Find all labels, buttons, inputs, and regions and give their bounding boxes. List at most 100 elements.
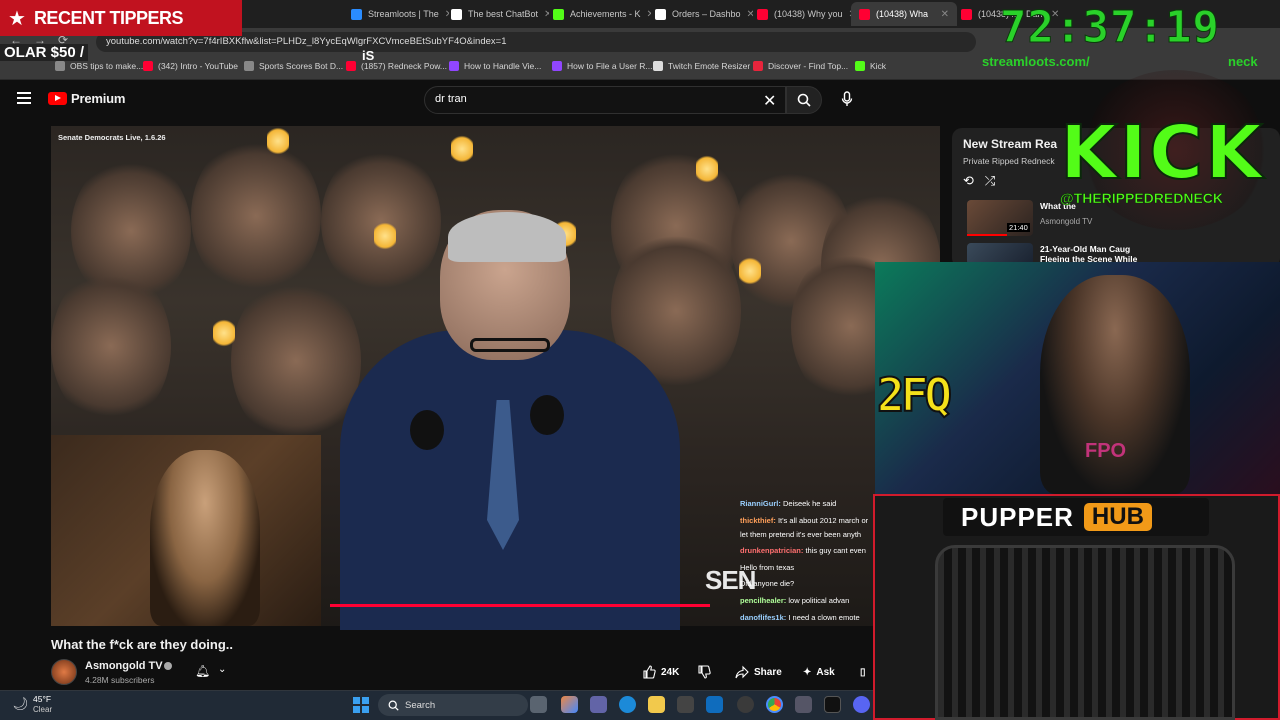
bookmark-item[interactable]: Twitch Emote Resizer (653, 61, 750, 71)
search-button[interactable] (786, 86, 822, 114)
chrome-icon[interactable] (766, 696, 783, 713)
bookmark-item[interactable]: Kick (855, 61, 886, 71)
playlist-controls: ⟲ ⤮ (963, 173, 995, 189)
chevron-down-icon[interactable]: ⌄ (218, 664, 226, 675)
loop-icon[interactable]: ⟲ (963, 173, 974, 188)
microphone-icon[interactable] (838, 90, 856, 108)
playlist-title[interactable]: New Stream Rea (963, 137, 1057, 151)
weather-condition: Clear (33, 705, 53, 714)
weather-temp[interactable]: 45°F (33, 694, 51, 704)
podium-microphone (410, 410, 444, 450)
browser-tab[interactable]: (10438) Wha ✕ (851, 2, 957, 26)
bookmark-label: OBS tips to make... (70, 61, 144, 71)
bookmark-item[interactable]: Sports Scores Bot D... (244, 61, 343, 71)
youtube-logo[interactable]: Premium (48, 91, 125, 106)
tipper-ticker-extra: iS (362, 48, 375, 63)
kick-handle: @THERIPPEDREDNECK (1060, 190, 1224, 207)
bookmark-label: Kick (870, 61, 887, 71)
start-button[interactable] (353, 697, 369, 713)
speaker-hair (448, 212, 566, 262)
tab-label: (10438) Wha (876, 9, 929, 19)
task-view-icon[interactable] (530, 696, 547, 713)
chat-username: pencilhealer: (740, 596, 787, 605)
clear-search-icon[interactable]: ✕ (763, 91, 776, 111)
sparkle-icon: ✦ (803, 666, 812, 678)
search-icon (797, 93, 811, 107)
streamer-figure (150, 450, 260, 626)
share-icon (735, 665, 749, 679)
browser-tab[interactable]: Orders – Dashbo ✕ (647, 2, 753, 26)
browser-tab[interactable]: The best ChatBot ✕ (443, 2, 549, 26)
shirt-logo: FPO (1085, 440, 1127, 462)
ask-button[interactable]: ✦ Ask (803, 661, 835, 683)
share-button[interactable]: Share (735, 661, 782, 683)
playlist-item-title[interactable]: 21-Year-Old Man Caug Fleeing the Scene W… (1040, 244, 1145, 264)
taskbar-search[interactable]: Search (378, 694, 528, 716)
recent-tippers-label: RECENT TIPPERS (33, 7, 184, 28)
file-explorer-icon[interactable] (648, 696, 665, 713)
tab-label: Achievements - K (570, 9, 641, 19)
like-button[interactable]: 24K (642, 661, 679, 683)
bookmark-label: How to Handle Vie... (464, 61, 542, 71)
chat-username: danoflifes1k: (740, 613, 787, 622)
thumbs-up-icon (643, 665, 656, 679)
chat-text: this guy cant even (805, 546, 866, 555)
bell-icon[interactable]: 🔔︎ (195, 664, 210, 678)
kick-logo: KICK (1059, 109, 1265, 197)
browser-tab[interactable]: (10438) Why you✕ (749, 2, 855, 26)
progress-bar[interactable] (330, 604, 710, 607)
bookmark-label: Sports Scores Bot D... (259, 61, 344, 71)
tab-favicon-icon (451, 8, 462, 20)
moon-weather-icon[interactable]: 🌙︎ (12, 696, 29, 712)
chat-text: Deiseek he said (782, 499, 837, 508)
channel-name[interactable]: Asmongold TV (85, 660, 163, 672)
glasses (470, 338, 550, 352)
obs-icon[interactable] (737, 696, 754, 713)
search-input[interactable]: dr tran (424, 86, 786, 114)
playlist-subtitle: Private Ripped Redneck (963, 156, 1055, 166)
bookmark-favicon-icon (653, 61, 663, 71)
bookmark-item[interactable]: OBS tips to make... (55, 61, 143, 71)
verified-icon (164, 662, 172, 670)
share-label: Share (754, 666, 782, 678)
recent-tippers-banner: ★ RECENT TIPPERS (0, 0, 242, 36)
search-icon (388, 700, 399, 711)
like-count: 24K (661, 666, 680, 678)
bookmark-item[interactable]: Discover - Find Top... (753, 61, 848, 71)
background-sign: 2FQ (876, 367, 953, 423)
store-icon[interactable] (677, 696, 694, 713)
chat-message: Hello from texas (740, 563, 875, 572)
chat-message: Did anyone die? (740, 579, 875, 588)
monitor-app-icon[interactable] (824, 696, 841, 713)
bookmark-item[interactable]: (342) Intro - YouTube (143, 61, 238, 71)
bookmark-item[interactable]: How to Handle Vie... (449, 61, 541, 71)
chat-message: pencilhealer: low political advan (740, 596, 875, 605)
tab-favicon-icon (757, 8, 768, 20)
copilot-icon[interactable] (561, 696, 578, 713)
watched-progress (967, 234, 1007, 236)
playlist-item-channel: Asmongold TV (1040, 217, 1093, 226)
taskbar-search-label: Search (405, 699, 436, 711)
app-icon[interactable] (795, 696, 812, 713)
bookmark-favicon-icon (346, 61, 356, 71)
bookmark-favicon-icon (449, 61, 459, 71)
tab-favicon-icon (655, 8, 666, 20)
outlook-icon[interactable] (706, 696, 723, 713)
discord-icon[interactable] (853, 696, 870, 713)
menu-icon[interactable] (17, 92, 31, 104)
browser-tab[interactable]: Achievements - K ✕ (545, 2, 651, 26)
tab-label: Orders – Dashbo (672, 9, 741, 19)
dislike-button[interactable] (697, 661, 711, 683)
shuffle-icon[interactable]: ⤮ (985, 173, 995, 188)
tab-favicon-icon (961, 8, 972, 20)
bookmark-favicon-icon (143, 61, 153, 71)
tab-label: (10438) Why you (774, 9, 843, 19)
save-icon[interactable]: ▯ (860, 661, 866, 683)
teams-icon[interactable] (590, 696, 607, 713)
browser-tab[interactable]: Streamloots | The ✕ (343, 2, 449, 26)
close-tab-icon[interactable]: ✕ (941, 9, 949, 20)
channel-avatar[interactable] (51, 659, 77, 685)
chat-text: It's all about 2012 march or (777, 516, 869, 525)
edge-icon[interactable] (619, 696, 636, 713)
bookmark-item[interactable]: How to File a User R... (552, 61, 653, 71)
